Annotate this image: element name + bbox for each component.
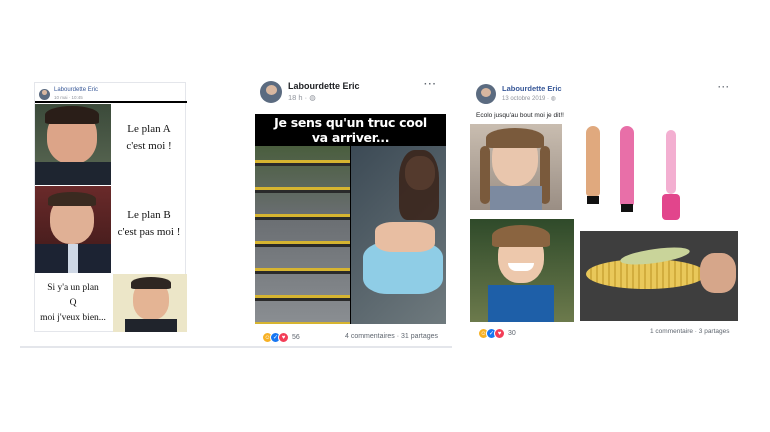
globe-icon: ◍ bbox=[309, 93, 316, 102]
panel-caption-q: Si y'a un plan Q moi j'veux bien... bbox=[40, 283, 106, 323]
post-1: Labourdette Eric 10 mai · 10:45 Le plan … bbox=[34, 82, 187, 332]
post-time-text[interactable]: 18 h · bbox=[288, 93, 307, 102]
photo-corn bbox=[580, 231, 738, 321]
author-avatar[interactable] bbox=[39, 88, 50, 100]
post-stats: 4 commentaires · 31 partages bbox=[345, 333, 439, 340]
love-reaction-icon[interactable]: ♥ bbox=[278, 332, 289, 343]
photo-girl-smiling bbox=[470, 219, 574, 322]
meme-caption: Je sens qu'un truc cool va arriver... bbox=[274, 115, 427, 145]
speed-bumps bbox=[255, 146, 350, 324]
meme-image: Je sens qu'un truc cool va arriver... bbox=[255, 114, 446, 324]
more-options-icon[interactable]: ··· bbox=[424, 79, 437, 90]
author-name[interactable]: Labourdette Eric bbox=[502, 84, 562, 94]
author-avatar[interactable] bbox=[260, 81, 282, 103]
photo-man-1 bbox=[35, 104, 111, 185]
post-2-bottom-border bbox=[20, 346, 452, 348]
panel-caption-a: Le plan A c'est moi ! bbox=[126, 123, 172, 152]
post-3: Labourdette Eric 13 octobre 2019 · ◍ ···… bbox=[468, 78, 738, 343]
shares-count[interactable]: 3 partages bbox=[699, 328, 730, 335]
more-options-icon[interactable]: ··· bbox=[718, 82, 730, 92]
post-time: 18 h · ◍ bbox=[288, 92, 360, 104]
photo-man-3 bbox=[113, 274, 187, 332]
shares-count[interactable]: 31 partages bbox=[401, 333, 438, 340]
love-reaction-icon[interactable]: ♥ bbox=[494, 328, 505, 339]
panel-caption-b: Le plan B c'est pas moi ! bbox=[117, 209, 181, 238]
post-time-text[interactable]: 13 octobre 2019 · bbox=[502, 96, 549, 102]
photo-adult-toys bbox=[580, 124, 695, 222]
author-name[interactable]: Labourdette Eric bbox=[288, 80, 360, 92]
post-2: Labourdette Eric 18 h · ◍ ··· Je sens qu… bbox=[252, 75, 452, 347]
divider bbox=[35, 101, 187, 103]
reaction-count[interactable]: 30 bbox=[508, 330, 516, 337]
photo-girl-frowning bbox=[470, 124, 562, 210]
post-stats: 1 commentaire · 3 partages bbox=[650, 328, 730, 335]
author-avatar[interactable] bbox=[476, 84, 496, 104]
post-text: Ecolo jusqu'au bout moi je dit!! bbox=[476, 112, 564, 119]
comments-count[interactable]: 1 commentaire bbox=[650, 328, 693, 335]
post-time: 13 octobre 2019 · ◍ bbox=[502, 94, 562, 104]
comments-count[interactable]: 4 commentaires bbox=[345, 333, 395, 340]
photo-man-2 bbox=[35, 186, 111, 273]
reaction-count[interactable]: 56 bbox=[292, 334, 300, 341]
author-name[interactable]: Labourdette Eric bbox=[54, 87, 98, 94]
post-time[interactable]: 10 mai · 10:45 bbox=[54, 94, 98, 101]
globe-icon: ◍ bbox=[550, 96, 556, 102]
